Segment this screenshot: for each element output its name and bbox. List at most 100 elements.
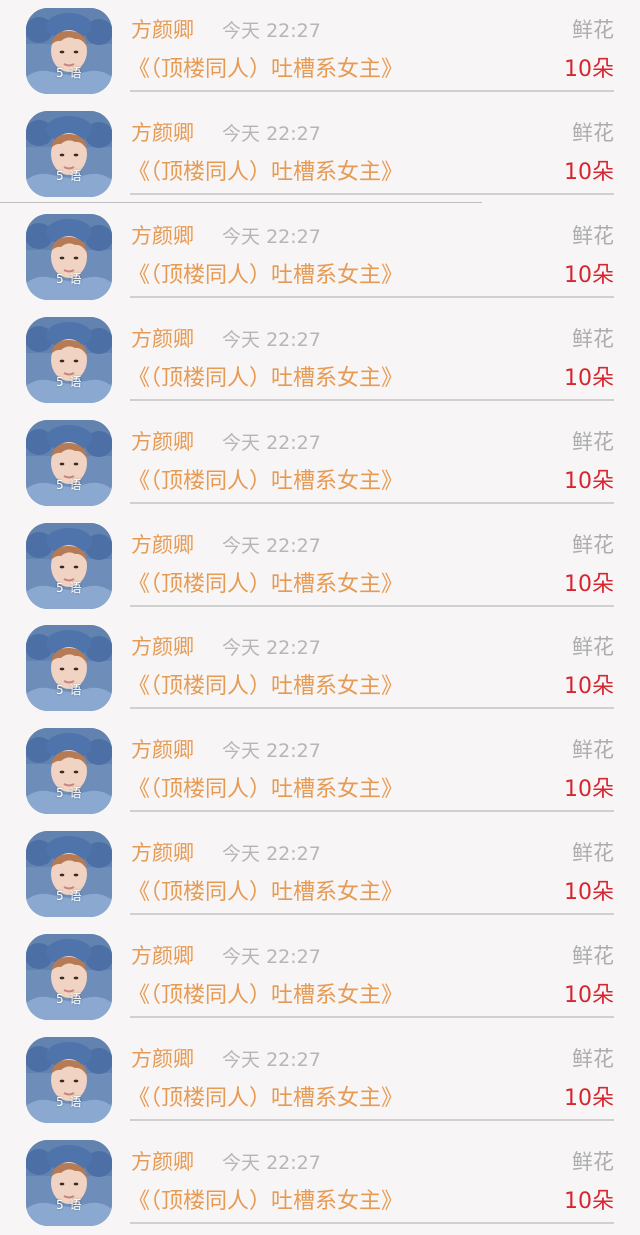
row-divider	[130, 1016, 614, 1018]
avatar-photo-icon	[26, 523, 112, 609]
avatar-photo-icon	[26, 1140, 112, 1226]
gift-type: 鲜花	[572, 224, 614, 248]
gift-count: 10朵	[564, 469, 614, 494]
gift-type: 鲜花	[572, 1047, 614, 1071]
gift-type: 鲜花	[572, 121, 614, 145]
notification-row[interactable]: 5 语 方颜卿 今天 22:27 鲜花 《（顶楼同人）吐槽系女主》 10朵	[0, 926, 640, 1029]
timestamp: 今天 22:27	[222, 944, 321, 970]
avatar[interactable]: 5 语	[26, 523, 112, 609]
book-title-link[interactable]: 《（顶楼同人）吐槽系女主》	[128, 570, 403, 600]
gift-type: 鲜花	[572, 18, 614, 42]
avatar[interactable]: 5 语	[26, 317, 112, 403]
avatar-photo-icon	[26, 831, 112, 917]
avatar[interactable]: 5 语	[26, 420, 112, 506]
book-title-link[interactable]: 《（顶楼同人）吐槽系女主》	[128, 261, 403, 291]
book-title-link[interactable]: 《（顶楼同人）吐槽系女主》	[128, 55, 403, 85]
book-title-link[interactable]: 《（顶楼同人）吐槽系女主》	[128, 1187, 403, 1217]
notification-row[interactable]: 5 语 方颜卿 今天 22:27 鲜花 《（顶楼同人）吐槽系女主》 10朵	[0, 720, 640, 823]
notification-row[interactable]: 5 语 方颜卿 今天 22:27 鲜花 《（顶楼同人）吐槽系女主》 10朵	[0, 412, 640, 515]
timestamp-day: 今天	[222, 946, 261, 968]
gift-type: 鲜花	[572, 738, 614, 762]
sender-name[interactable]: 方颜卿	[131, 1148, 194, 1176]
book-title-link[interactable]: 《（顶楼同人）吐槽系女主》	[128, 775, 403, 805]
book-title-link[interactable]: 《（顶楼同人）吐槽系女主》	[128, 981, 403, 1011]
timestamp-time: 22:27	[266, 637, 321, 659]
avatar[interactable]: 5 语	[26, 111, 112, 197]
sender-name[interactable]: 方颜卿	[131, 325, 194, 353]
sender-name[interactable]: 方颜卿	[131, 1045, 194, 1073]
row-divider	[130, 90, 614, 92]
avatar-caption: 5 语	[56, 478, 83, 492]
timestamp-day: 今天	[222, 432, 261, 454]
gift-count: 10朵	[564, 160, 614, 185]
sender-name[interactable]: 方颜卿	[131, 736, 194, 764]
book-title-link[interactable]: 《（顶楼同人）吐槽系女主》	[128, 158, 403, 188]
notification-row[interactable]: 5 语 方颜卿 今天 22:27 鲜花 《（顶楼同人）吐槽系女主》 10朵	[0, 309, 640, 412]
avatar-caption: 5 语	[56, 581, 83, 595]
notification-row[interactable]: 5 语 方颜卿 今天 22:27 鲜花 《（顶楼同人）吐槽系女主》 10朵	[0, 1132, 640, 1235]
book-title-link[interactable]: 《（顶楼同人）吐槽系女主》	[128, 1084, 403, 1114]
timestamp: 今天 22:27	[222, 327, 321, 353]
notification-row[interactable]: 5 语 方颜卿 今天 22:27 鲜花 《（顶楼同人）吐槽系女主》 10朵	[0, 206, 640, 309]
timestamp-day: 今天	[222, 740, 261, 762]
notification-row[interactable]: 5 语 方颜卿 今天 22:27 鲜花 《（顶楼同人）吐槽系女主》 10朵	[0, 103, 640, 206]
avatar-caption: 5 语	[56, 889, 83, 903]
avatar[interactable]: 5 语	[26, 1140, 112, 1226]
sender-name[interactable]: 方颜卿	[131, 428, 194, 456]
row-divider	[130, 1119, 614, 1121]
book-title-link[interactable]: 《（顶楼同人）吐槽系女主》	[128, 467, 403, 497]
avatar[interactable]: 5 语	[26, 934, 112, 1020]
timestamp-day: 今天	[222, 226, 261, 248]
timestamp: 今天 22:27	[222, 738, 321, 764]
gift-type: 鲜花	[572, 635, 614, 659]
notification-row[interactable]: 5 语 方颜卿 今天 22:27 鲜花 《（顶楼同人）吐槽系女主》 10朵	[0, 515, 640, 618]
row-divider	[130, 605, 614, 607]
avatar-photo-icon	[26, 1037, 112, 1123]
gift-count: 10朵	[564, 983, 614, 1008]
avatar[interactable]: 5 语	[26, 214, 112, 300]
avatar[interactable]: 5 语	[26, 1037, 112, 1123]
avatar[interactable]: 5 语	[26, 625, 112, 711]
notification-row[interactable]: 5 语 方颜卿 今天 22:27 鲜花 《（顶楼同人）吐槽系女主》 10朵	[0, 1029, 640, 1132]
row-divider	[130, 193, 614, 195]
timestamp-time: 22:27	[266, 1152, 321, 1174]
avatar[interactable]: 5 语	[26, 831, 112, 917]
book-title-link[interactable]: 《（顶楼同人）吐槽系女主》	[128, 672, 403, 702]
sender-name[interactable]: 方颜卿	[131, 119, 194, 147]
gift-count: 10朵	[564, 263, 614, 288]
notification-row[interactable]: 5 语 方颜卿 今天 22:27 鲜花 《（顶楼同人）吐槽系女主》 10朵	[0, 823, 640, 926]
timestamp-time: 22:27	[266, 946, 321, 968]
sender-name[interactable]: 方颜卿	[131, 839, 194, 867]
avatar[interactable]: 5 语	[26, 8, 112, 94]
timestamp-day: 今天	[222, 843, 261, 865]
notification-row[interactable]: 5 语 方颜卿 今天 22:27 鲜花 《（顶楼同人）吐槽系女主》 10朵	[0, 0, 640, 103]
timestamp: 今天 22:27	[222, 121, 321, 147]
gift-type: 鲜花	[572, 944, 614, 968]
book-title-link[interactable]: 《（顶楼同人）吐槽系女主》	[128, 878, 403, 908]
sender-name[interactable]: 方颜卿	[131, 531, 194, 559]
timestamp-time: 22:27	[266, 123, 321, 145]
sender-name[interactable]: 方颜卿	[131, 222, 194, 250]
gift-count: 10朵	[564, 572, 614, 597]
gift-count: 10朵	[564, 880, 614, 905]
avatar-caption: 5 语	[56, 786, 83, 800]
sender-name[interactable]: 方颜卿	[131, 16, 194, 44]
timestamp-day: 今天	[222, 20, 261, 42]
sender-name[interactable]: 方颜卿	[131, 942, 194, 970]
book-title-link[interactable]: 《（顶楼同人）吐槽系女主》	[128, 364, 403, 394]
notification-row[interactable]: 5 语 方颜卿 今天 22:27 鲜花 《（顶楼同人）吐槽系女主》 10朵	[0, 617, 640, 720]
timestamp-time: 22:27	[266, 226, 321, 248]
avatar-caption: 5 语	[56, 375, 83, 389]
timestamp: 今天 22:27	[222, 224, 321, 250]
timestamp: 今天 22:27	[222, 841, 321, 867]
sender-name[interactable]: 方颜卿	[131, 633, 194, 661]
avatar-photo-icon	[26, 934, 112, 1020]
gift-count: 10朵	[564, 1086, 614, 1111]
avatar[interactable]: 5 语	[26, 728, 112, 814]
avatar-photo-icon	[26, 625, 112, 711]
avatar-photo-icon	[26, 111, 112, 197]
avatar-photo-icon	[26, 214, 112, 300]
avatar-photo-icon	[26, 317, 112, 403]
gift-count: 10朵	[564, 674, 614, 699]
timestamp-day: 今天	[222, 535, 261, 557]
